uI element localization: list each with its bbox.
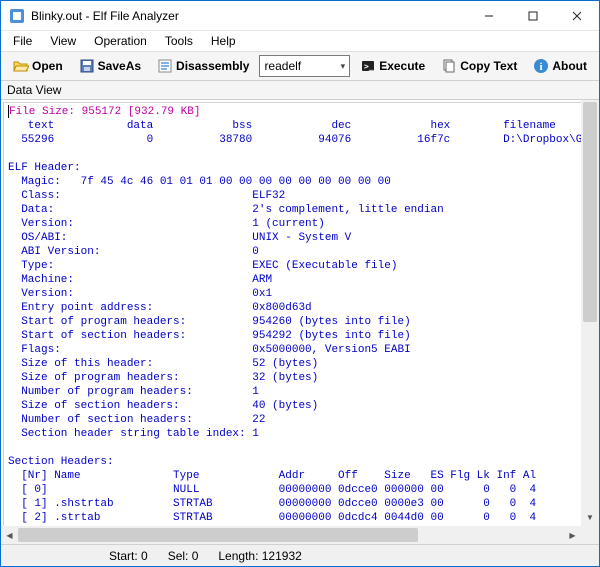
chevron-down-icon: ▾ — [341, 61, 346, 72]
svg-text:i: i — [540, 61, 543, 73]
open-icon — [13, 58, 29, 74]
horizontal-scrollbar[interactable]: ◀ ▶ — [1, 526, 581, 544]
about-label: About — [552, 59, 587, 73]
menu-view[interactable]: View — [42, 33, 84, 49]
disassembly-label: Disassembly — [176, 59, 249, 73]
maximize-button[interactable] — [511, 2, 555, 30]
window-buttons — [467, 2, 599, 30]
menubar: File View Operation Tools Help — [1, 31, 599, 51]
close-button[interactable] — [555, 2, 599, 30]
tool-combo[interactable]: readelf ▾ — [259, 55, 350, 77]
scroll-down-icon[interactable]: ▼ — [581, 509, 599, 526]
statusbar: Start: 0 Sel: 0 Length: 121932 — [1, 544, 599, 566]
saveas-button[interactable]: SaveAs — [73, 55, 147, 77]
dataview-label: Data View — [1, 81, 599, 100]
info-icon: i — [533, 58, 549, 74]
execute-label: Execute — [379, 59, 425, 73]
disassembly-button[interactable]: Disassembly — [151, 55, 255, 77]
app-icon — [9, 8, 25, 24]
execute-icon: >_ — [360, 58, 376, 74]
scroll-thumb-v[interactable] — [583, 102, 597, 322]
output-text[interactable]: File Size: 955172 [932.79 KB] text data … — [3, 102, 597, 542]
menu-tools[interactable]: Tools — [157, 33, 201, 49]
scroll-corner — [581, 526, 599, 544]
status-sel: Sel: 0 — [168, 549, 199, 563]
open-button[interactable]: Open — [7, 55, 69, 77]
menu-help[interactable]: Help — [203, 33, 244, 49]
status-length: Length: 121932 — [218, 549, 301, 563]
save-icon — [79, 58, 95, 74]
scroll-left-icon[interactable]: ◀ — [1, 526, 18, 544]
menu-operation[interactable]: Operation — [86, 33, 155, 49]
scroll-right-icon[interactable]: ▶ — [564, 526, 581, 544]
saveas-label: SaveAs — [98, 59, 141, 73]
vertical-scrollbar[interactable]: ▲ ▼ — [581, 100, 599, 526]
titlebar: Blinky.out - Elf File Analyzer — [1, 1, 599, 31]
minimize-button[interactable] — [467, 2, 511, 30]
menu-file[interactable]: File — [5, 33, 40, 49]
content-area: File Size: 955172 [932.79 KB] text data … — [1, 100, 599, 544]
about-button[interactable]: i About — [527, 55, 593, 77]
status-start: Start: 0 — [109, 549, 148, 563]
svg-text:>_: >_ — [364, 62, 374, 71]
execute-button[interactable]: >_ Execute — [354, 55, 431, 77]
copy-icon — [441, 58, 457, 74]
scroll-thumb-h[interactable] — [18, 528, 418, 542]
copytext-button[interactable]: Copy Text — [435, 55, 523, 77]
copytext-label: Copy Text — [460, 59, 517, 73]
window-title: Blinky.out - Elf File Analyzer — [31, 9, 467, 23]
disassembly-icon — [157, 58, 173, 74]
open-label: Open — [32, 59, 63, 73]
toolbar: Open SaveAs Disassembly readelf ▾ >_ Exe… — [1, 51, 599, 81]
combo-value: readelf — [264, 59, 301, 73]
